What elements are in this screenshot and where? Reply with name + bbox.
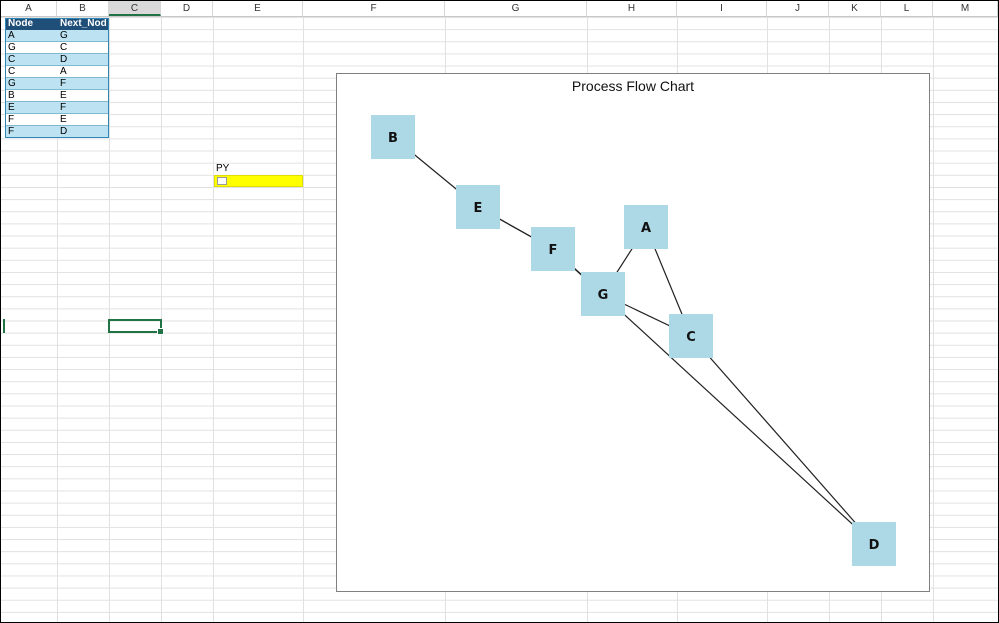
- table-cell[interactable]: D: [57, 126, 109, 138]
- table-header-cell[interactable]: Node: [5, 18, 57, 30]
- column-header-m[interactable]: M: [933, 1, 998, 16]
- node-label-c: C: [686, 330, 696, 345]
- column-header-a[interactable]: A: [1, 1, 57, 16]
- table-cell[interactable]: F: [57, 102, 109, 114]
- table-cell[interactable]: E: [57, 90, 109, 102]
- table-cell[interactable]: A: [5, 30, 57, 42]
- node-label-g: G: [598, 288, 609, 303]
- node-label-e: E: [474, 201, 483, 216]
- column-header-h[interactable]: H: [587, 1, 677, 16]
- table-cell[interactable]: E: [57, 114, 109, 126]
- table-cell[interactable]: E: [5, 102, 57, 114]
- column-header-i[interactable]: I: [677, 1, 767, 16]
- column-header-k[interactable]: K: [829, 1, 881, 16]
- table-header-cell[interactable]: Next_Nod: [57, 18, 109, 30]
- edge-c-d: [690, 335, 875, 545]
- table-cell[interactable]: C: [57, 42, 109, 54]
- table-cell[interactable]: F: [5, 114, 57, 126]
- table-cell[interactable]: F: [5, 126, 57, 138]
- table-cell[interactable]: G: [57, 30, 109, 42]
- table-cell[interactable]: F: [57, 78, 109, 90]
- gridline: [303, 17, 304, 622]
- node-label-b: B: [388, 131, 398, 146]
- column-header-e[interactable]: E: [213, 1, 303, 16]
- gridline: [213, 17, 214, 622]
- py-cell[interactable]: [214, 175, 303, 187]
- column-header-d[interactable]: D: [161, 1, 213, 16]
- table-cell[interactable]: B: [5, 90, 57, 102]
- py-label: PY: [216, 163, 230, 174]
- selected-cell[interactable]: [108, 319, 164, 335]
- node-label-d: D: [869, 538, 880, 553]
- column-header-f[interactable]: F: [303, 1, 445, 16]
- flow-graph: B E F A G C D: [371, 115, 896, 566]
- node-label-a: A: [641, 221, 651, 236]
- column-header-bar: ABCDEFGHIJKLM: [1, 1, 998, 17]
- table-cell[interactable]: A: [57, 66, 109, 78]
- table-cell[interactable]: G: [5, 78, 57, 90]
- python-object-icon[interactable]: [217, 177, 227, 185]
- column-header-l[interactable]: L: [881, 1, 933, 16]
- node-label-f: F: [549, 243, 558, 258]
- column-header-g[interactable]: G: [445, 1, 587, 16]
- spreadsheet-window: ABCDEFGHIJKLM Node Next_Nod A G G C C D C A G F B E E F…: [0, 0, 999, 623]
- table-cell[interactable]: D: [57, 54, 109, 66]
- process-flow-chart[interactable]: Process Flow Chart BEFAGCD: [336, 73, 930, 592]
- table-cell[interactable]: G: [5, 42, 57, 54]
- column-header-j[interactable]: J: [767, 1, 829, 16]
- gridline: [933, 17, 934, 622]
- active-row-marker: [3, 319, 5, 333]
- table-cell[interactable]: C: [5, 66, 57, 78]
- column-header-b[interactable]: B: [57, 1, 109, 16]
- table-cell[interactable]: C: [5, 54, 57, 66]
- column-header-c[interactable]: C: [109, 1, 161, 16]
